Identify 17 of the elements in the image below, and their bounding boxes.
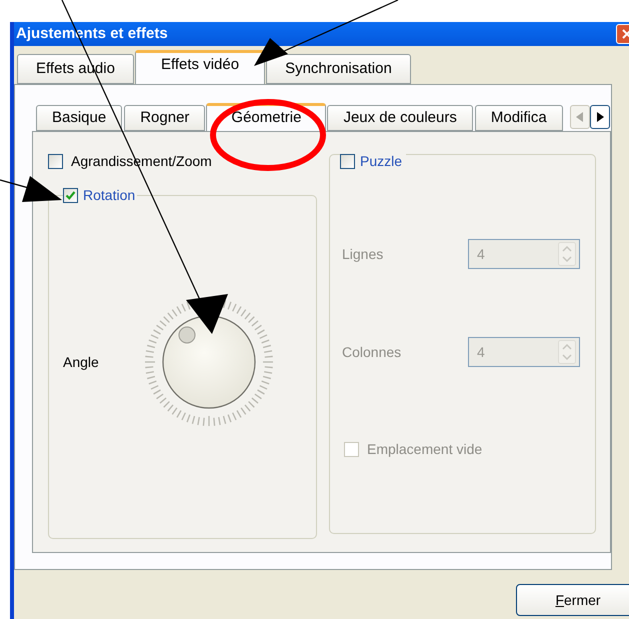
checkbox[interactable] xyxy=(340,154,355,168)
tab[interactable]: Effets vidéo xyxy=(134,50,266,84)
scroll-right-icon[interactable] xyxy=(590,105,610,129)
tab[interactable]: Modifica xyxy=(474,105,563,131)
check-icon xyxy=(65,190,76,200)
angle-label: Angle xyxy=(63,352,100,372)
tab[interactable]: Basique xyxy=(36,105,122,131)
checkbox[interactable] xyxy=(48,154,63,168)
rotation-dial[interactable] xyxy=(144,297,274,427)
tab[interactable]: Rogner xyxy=(124,105,206,131)
tab[interactable]: Jeux de couleurs xyxy=(327,105,473,131)
checkbox[interactable] xyxy=(63,188,78,202)
field-label: Colonnes xyxy=(342,342,402,362)
tab[interactable]: Synchronisation xyxy=(266,54,411,84)
checkbox-label: Emplacement vide xyxy=(367,440,482,459)
close-button[interactable]: Fermer xyxy=(516,584,629,616)
field-label: Lignes xyxy=(342,244,384,264)
